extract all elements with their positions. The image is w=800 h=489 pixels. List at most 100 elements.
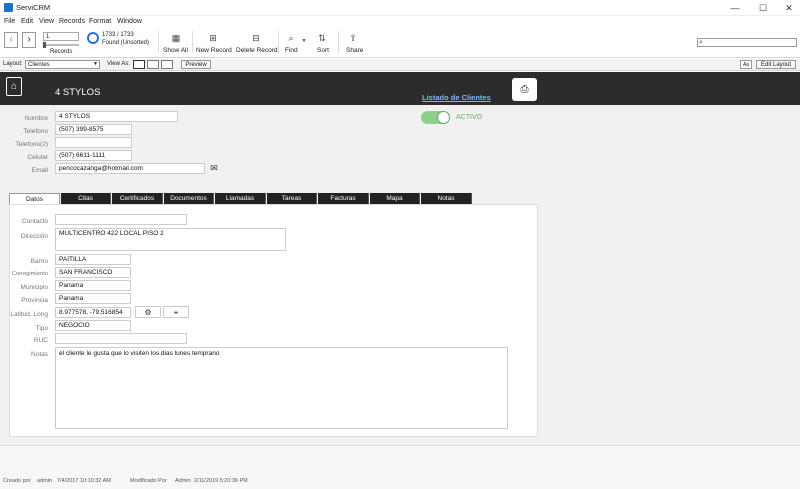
telefono-field[interactable]: (507) 399-8575	[55, 124, 132, 135]
sort-icon[interactable]: ⇅	[316, 33, 328, 43]
minimize-button[interactable]: —	[722, 0, 748, 16]
tab-notas[interactable]: Notas	[421, 193, 472, 204]
telefono2-field[interactable]	[55, 137, 132, 148]
formatting-bar-button[interactable]: Aa	[740, 60, 752, 69]
listado-clientes-link[interactable]: Listado de Clientes	[422, 93, 491, 102]
layout-dropdown-icon[interactable]: ▼	[93, 60, 98, 69]
nombre-label: Nombre	[24, 115, 48, 122]
find-dropdown-chevron-icon[interactable]: ▼	[298, 36, 310, 46]
tab-certificados[interactable]: Certificados	[112, 193, 163, 204]
sort-button[interactable]: Sort	[317, 47, 329, 54]
menu-format[interactable]: Format	[89, 16, 111, 27]
found-status: Found (Unsorted)	[102, 40, 150, 46]
record-slider[interactable]	[43, 44, 79, 46]
creado-por-user: admin	[37, 478, 52, 484]
map-pin-button[interactable]: ⌖	[163, 306, 189, 318]
geocode-button[interactable]: ⚙	[135, 306, 161, 318]
active-toggle-knob[interactable]	[437, 111, 450, 124]
quick-find-input[interactable]	[697, 38, 797, 47]
view-as-table-button[interactable]	[161, 60, 173, 69]
print-button[interactable]: ⎙	[512, 78, 537, 101]
find-button[interactable]: Find	[285, 47, 298, 54]
menu-edit[interactable]: Edit	[21, 16, 33, 27]
record-slider-handle[interactable]	[43, 42, 46, 48]
creado-fecha: 7/4/2017 10:10:32 AM	[57, 478, 111, 484]
menu-file[interactable]: File	[4, 16, 15, 27]
preview-button[interactable]: Preview	[181, 60, 211, 69]
email-label: Email	[31, 167, 48, 174]
tab-datos[interactable]: Datos	[9, 193, 60, 204]
modificado-por-label: Modificado Por	[130, 478, 167, 484]
close-window-button[interactable]: ✕	[776, 0, 800, 16]
layout-label: Layout:	[3, 61, 23, 67]
tab-documentos[interactable]: Documentos	[164, 193, 214, 204]
view-as-list-button[interactable]	[147, 60, 159, 69]
tab-facturas[interactable]: Facturas	[318, 193, 369, 204]
edit-layout-button[interactable]: Edit Layout	[756, 60, 796, 69]
toolbar-separator	[338, 31, 339, 53]
notas-field[interactable]: el cliente le gusta que lo visiten los d…	[55, 347, 508, 429]
telefono2-label: Telefono(2)	[15, 141, 48, 148]
show-all-icon[interactable]: ▦	[170, 33, 182, 43]
ruc-field[interactable]	[55, 333, 187, 344]
active-status-label: ACTIVO	[456, 114, 483, 121]
find-magnifier-icon[interactable]: ⌕	[285, 33, 297, 43]
record-number-input[interactable]: 1	[43, 32, 79, 41]
modificado-por-user: Admin	[175, 478, 191, 484]
contacto-field[interactable]	[55, 214, 187, 225]
record-header	[0, 72, 800, 105]
previous-record-button[interactable]: ‹	[4, 32, 18, 48]
menu-view[interactable]: View	[39, 16, 54, 27]
home-button[interactable]: ⌂	[6, 77, 22, 96]
municipio-field[interactable]: Panama	[55, 280, 131, 291]
barrio-field[interactable]: PAITILLA	[55, 254, 131, 265]
toolbar-separator	[158, 31, 159, 53]
layout-select[interactable]: Clientes	[25, 60, 100, 69]
new-record-icon[interactable]: ⊞	[207, 33, 219, 43]
delete-record-button[interactable]: Delete Record	[236, 47, 278, 54]
tab-citas[interactable]: Citas	[61, 193, 111, 204]
share-icon[interactable]: ⇪	[347, 33, 359, 43]
view-as-label: View As:	[107, 61, 130, 67]
tipo-field[interactable]: NEGOCIO	[55, 320, 131, 331]
provincia-label: Provincia	[21, 297, 48, 304]
home-icon: ⌂	[10, 81, 18, 92]
menu-records[interactable]: Records	[59, 16, 85, 27]
search-icon: ⌕	[699, 39, 703, 46]
ruc-label: RUC	[33, 337, 48, 344]
share-button[interactable]: Share	[346, 47, 363, 54]
email-field[interactable]: pericocazanga@hotmail.com	[55, 163, 205, 174]
nombre-field[interactable]: 4 STYLOS	[55, 111, 178, 122]
maximize-button[interactable]: ☐	[750, 0, 776, 16]
contacto-label: Contacto	[21, 218, 48, 225]
window-title: ServiCRM	[16, 3, 51, 12]
provincia-field[interactable]: Panama	[55, 293, 131, 304]
envelope-icon[interactable]: ✉	[207, 163, 221, 174]
delete-record-icon[interactable]: ⊟	[250, 33, 262, 43]
tab-tareas[interactable]: Tareas	[267, 193, 317, 204]
footer	[0, 445, 800, 489]
view-as-form-button[interactable]	[133, 60, 145, 69]
menu-window[interactable]: Window	[117, 16, 142, 27]
latlong-label: Latitud, Long	[10, 311, 48, 318]
celular-field[interactable]: (507) 6611-1111	[55, 150, 132, 161]
latlong-field[interactable]: 8.977578, -79.516854	[55, 307, 131, 318]
toolbar-separator	[192, 31, 193, 53]
tipo-label: Tipo	[35, 325, 48, 332]
tab-mapa[interactable]: Mapa	[370, 193, 420, 204]
corregimiento-field[interactable]: SAN FRANCISCO	[55, 267, 131, 278]
gear-icon: ⚙	[144, 308, 152, 317]
notas-label: Notas	[31, 351, 48, 358]
menu-bar: File Edit View Records Format Window	[0, 16, 800, 27]
tab-llamadas[interactable]: Llamadas	[215, 193, 266, 204]
creado-por-label: Creado por	[3, 478, 31, 484]
found-count: 1733 / 1733	[102, 32, 134, 38]
records-label: Records	[50, 49, 73, 55]
show-all-button[interactable]: Show All	[163, 47, 188, 54]
direccion-field[interactable]: MULTICENTRO 422 LOCAL PISO 2	[55, 228, 286, 251]
next-record-button[interactable]: ›	[22, 32, 36, 48]
title-bar	[0, 0, 800, 16]
found-set-pie-icon	[87, 32, 99, 44]
telefono-label: Telefono	[23, 128, 48, 135]
new-record-button[interactable]: New Record	[196, 47, 232, 54]
